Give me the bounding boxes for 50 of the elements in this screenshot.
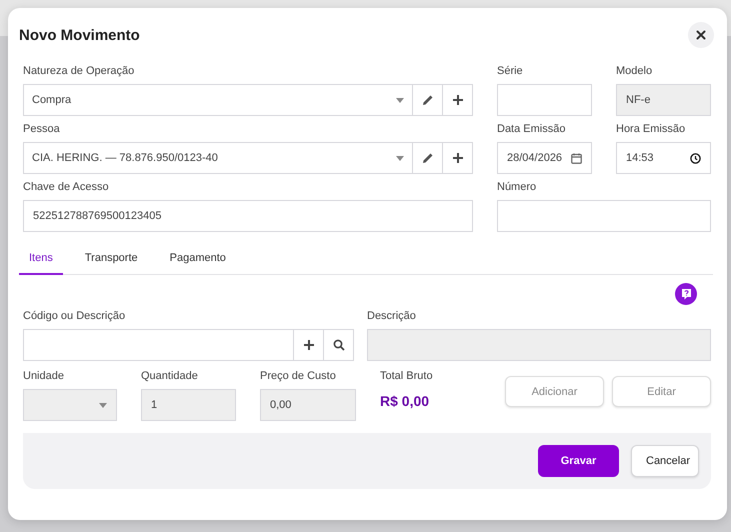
- field-label: Quantidade: [141, 370, 199, 383]
- search-button[interactable]: [324, 329, 354, 361]
- add-button[interactable]: [443, 142, 473, 174]
- clock-icon: [690, 152, 701, 164]
- field-label: Chave de Acesso: [23, 181, 110, 194]
- field-label: Número: [497, 181, 538, 194]
- input-field[interactable]: [497, 200, 711, 232]
- pencil-icon: [422, 94, 434, 106]
- field-label: Código ou Descrição: [23, 310, 126, 323]
- caret-icon: [396, 98, 404, 102]
- question-bubble-icon: [680, 288, 692, 300]
- search-icon: [332, 339, 344, 351]
- plus-icon: [452, 94, 464, 106]
- field-label: Unidade: [23, 370, 65, 383]
- help-button[interactable]: [675, 283, 697, 305]
- total-value: R$ 0,00: [380, 393, 430, 409]
- pencil-icon: [422, 152, 434, 164]
- caret-icon: [396, 156, 404, 160]
- plus-icon: [302, 339, 314, 351]
- field-label: Natureza de Operação: [23, 65, 136, 78]
- tab[interactable]: Itens: [19, 242, 63, 275]
- add-button[interactable]: [294, 329, 324, 361]
- caret-icon: [99, 402, 107, 408]
- input-field[interactable]: [497, 84, 592, 116]
- plus-icon: [452, 152, 464, 164]
- field-label: Total Bruto: [380, 370, 434, 383]
- select-field[interactable]: CIA. HERING. — 78.876.950/0123-40: [23, 142, 413, 174]
- add-button[interactable]: [443, 84, 473, 116]
- dialog-title: Novo Movimento: [19, 26, 140, 44]
- tab[interactable]: Pagamento: [160, 242, 236, 275]
- edit-button[interactable]: [413, 84, 443, 116]
- select-field[interactable]: Compra: [23, 84, 413, 116]
- field-label: Série: [497, 65, 524, 78]
- input-field[interactable]: 522512788769500123405: [23, 200, 473, 232]
- field-label: Hora Emissão: [616, 123, 686, 136]
- field-label: Modelo: [616, 65, 654, 78]
- input-field[interactable]: [23, 329, 294, 361]
- field-label: Pessoa: [23, 123, 61, 136]
- field-label: Data Emissão: [497, 123, 566, 136]
- edit-button[interactable]: [413, 142, 443, 174]
- save-button[interactable]: Gravar: [538, 445, 619, 477]
- close-icon: [696, 30, 706, 40]
- tab[interactable]: Transporte: [74, 242, 148, 275]
- close-button[interactable]: [688, 22, 714, 48]
- time-field[interactable]: 14:53: [616, 142, 711, 174]
- field-label: Descrição: [367, 310, 417, 323]
- calendar-icon: [571, 152, 582, 164]
- field-label: Preço de Custo: [260, 370, 337, 383]
- cancel-button[interactable]: Cancelar: [631, 445, 699, 477]
- date-field[interactable]: 28/04/2026: [497, 142, 592, 174]
